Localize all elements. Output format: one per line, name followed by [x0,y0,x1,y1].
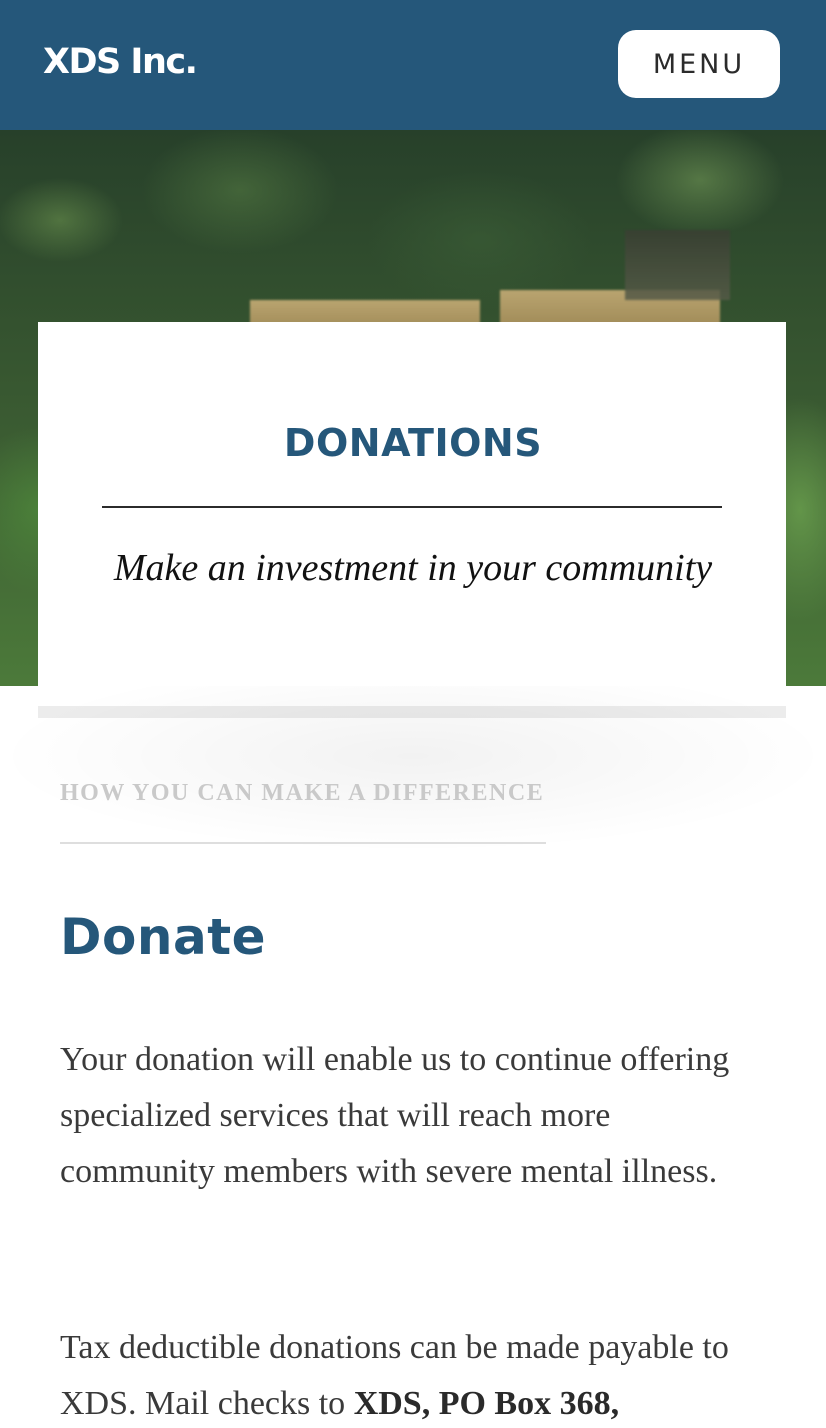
section-divider [60,842,546,844]
hive-shape [625,230,730,300]
title-divider [102,506,722,508]
site-logo[interactable]: XDS Inc. [43,40,198,84]
hero-card [38,322,786,718]
menu-button[interactable]: MENU [618,30,780,98]
tax-paragraph: Tax deductible donations can be made pay… [60,1320,770,1428]
donate-heading: Donate [60,908,267,966]
donation-paragraph: Your donation will enable us to continue… [60,1041,730,1190]
page-title: DONATIONS [283,421,543,465]
site-header: XDS Inc. MENU [0,0,826,130]
page-subtitle: Make an investment in your community [113,547,713,589]
section-label: HOW YOU CAN MAKE A DIFFERENCE [60,780,545,806]
mailing-address: XDS, PO Box 368, [353,1385,620,1422]
